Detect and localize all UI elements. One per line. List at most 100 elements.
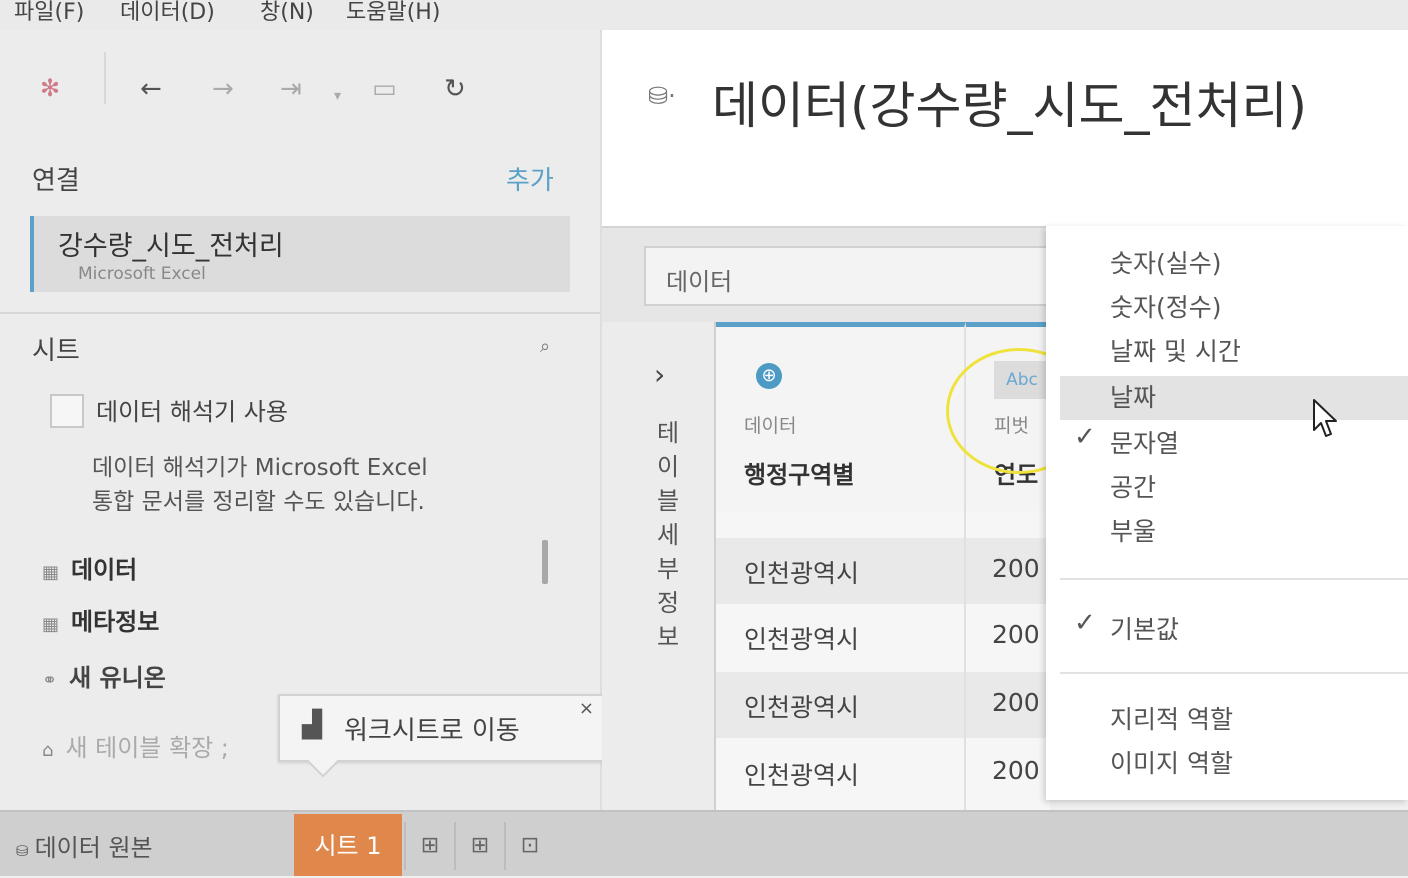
new-union-item[interactable]: ⚭ 새 유니온 — [42, 658, 166, 693]
sheet-item-meta[interactable]: ▦ 메타정보 — [42, 602, 159, 637]
table-icon: ▦ — [42, 614, 60, 635]
menu-item-datetime[interactable]: 날짜 및 시간 — [1110, 332, 1241, 368]
table-details-char: 정 — [656, 589, 680, 617]
union-icon: ⚭ — [42, 670, 58, 691]
left-panel: ✻ ← → ⇥ ▾ ▭ ↻ 연결 추가 강수량_시도_전처리 Microsoft… — [0, 30, 602, 810]
connection-type: Microsoft Excel — [78, 264, 206, 284]
checkmark-icon: ✓ — [1074, 608, 1096, 638]
refresh-icon[interactable]: ↻ — [444, 74, 466, 104]
table-row: 인천광역시 200 — [716, 672, 1050, 738]
menu-item-boolean[interactable]: 부울 — [1110, 512, 1156, 548]
tab-sheet-1[interactable]: 시트 1 — [294, 814, 402, 876]
sheet-item-label: 메타정보 — [71, 608, 160, 636]
table-details-char: 세 — [656, 521, 680, 549]
globe-icon[interactable]: ⊕ — [756, 363, 782, 389]
menu-item-spatial[interactable]: 공간 — [1110, 468, 1156, 504]
table-details-char: 블 — [656, 487, 680, 515]
table-cell: 인천광역시 — [744, 625, 860, 654]
connection-name: 강수량_시도_전처리 — [58, 231, 284, 262]
table-cell: 200 — [992, 756, 1040, 785]
add-connection-link[interactable]: 추가 — [506, 160, 554, 197]
table-cell: 200 — [992, 620, 1040, 649]
table-details-char: 이 — [656, 453, 680, 481]
search-icon[interactable]: ⌕ — [540, 336, 550, 357]
new-table-extension-label: 새 테이블 확장 ; — [65, 734, 229, 762]
goto-worksheet-tooltip[interactable]: ▟ 워크시트로 이동 × — [278, 694, 604, 778]
interpreter-checkbox[interactable] — [50, 394, 84, 428]
menu-item-float[interactable]: 숫자(실수) — [1110, 244, 1222, 280]
pause-icon[interactable]: ⇥ — [280, 74, 302, 104]
pause-dropdown-icon[interactable]: ▾ — [334, 88, 341, 104]
menu-item-image-role[interactable]: 이미지 역할 — [1110, 744, 1233, 780]
menu-bar: 파일(F) 데이터(D) 창(N) 도움말(H) — [0, 0, 1408, 30]
data-source-title[interactable]: 데이터(강수량_시도_전처리) — [712, 66, 1307, 138]
save-icon[interactable]: ▭ — [372, 74, 397, 104]
data-type-menu: 숫자(실수) 숫자(정수) 날짜 및 시간 날짜 ✓ 문자열 공간 부울 ✓ 기… — [1046, 226, 1408, 800]
interpreter-description: 통합 문서를 정리할 수도 있습니다. — [92, 489, 425, 515]
close-icon[interactable]: × — [579, 698, 594, 719]
tab-data-source[interactable]: ⛁ 데이터 원본 — [16, 828, 153, 863]
table-cell: 인천광역시 — [744, 761, 860, 790]
bar-chart-icon: ▟ — [302, 710, 322, 740]
interpreter-label: 데이터 해석기 사용 — [96, 398, 288, 426]
table-name-field[interactable]: 데이터 — [644, 246, 1068, 306]
new-story-icon[interactable]: ⊡ — [504, 822, 554, 870]
table-details-char: 부 — [656, 555, 680, 583]
back-arrow-icon[interactable]: ← — [140, 74, 162, 104]
tableau-logo-icon[interactable]: ✻ — [40, 74, 60, 102]
data-grid: ⊕ 데이터 행정구역별 Abc 피벗 연도 인천광역시 200 인천광역시 20… — [714, 322, 1092, 810]
menu-data[interactable]: 데이터(D) — [120, 0, 215, 26]
column-source-label: 데이터 — [744, 415, 797, 437]
extension-icon: ⌂ — [42, 740, 54, 761]
data-source-header: ⛁· 데이터(강수량_시도_전처리) — [602, 30, 1408, 226]
table-details-char: 보 — [656, 623, 680, 651]
menu-help[interactable]: 도움말(H) — [346, 0, 440, 26]
sheet-item-label: 데이터 — [71, 556, 138, 584]
menu-item-default[interactable]: 기본값 — [1110, 610, 1179, 646]
table-details-char: 테 — [656, 419, 680, 447]
table-details-panel: › 테 이 블 세 부 정 보 — [602, 322, 714, 810]
table-row: 인천광역시 200 — [716, 538, 1050, 604]
interpreter-description: 데이터 해석기가 Microsoft Excel — [92, 455, 428, 481]
tab-label: 데이터 원본 — [34, 834, 153, 862]
sheet-list-scrollbar[interactable] — [542, 540, 548, 584]
new-worksheet-icon[interactable]: ⊞ — [404, 822, 454, 870]
table-cell: 인천광역시 — [744, 693, 860, 722]
menu-item-string[interactable]: 문자열 — [1110, 424, 1179, 460]
menu-file[interactable]: 파일(F) — [14, 0, 84, 26]
forward-arrow-icon[interactable]: → — [212, 74, 234, 104]
table-row: 인천광역시 200 — [716, 740, 1050, 806]
menu-item-integer[interactable]: 숫자(정수) — [1110, 288, 1222, 324]
mouse-cursor-icon — [1313, 399, 1337, 437]
menu-window[interactable]: 창(N) — [260, 0, 314, 26]
menu-divider — [1060, 578, 1408, 580]
connections-title: 연결 — [32, 166, 80, 196]
toolbar-divider — [104, 52, 106, 104]
menu-item-geographic-role[interactable]: 지리적 역할 — [1110, 700, 1233, 736]
new-union-label: 새 유니온 — [69, 664, 166, 692]
panel-divider — [0, 312, 600, 314]
sheets-title: 시트 — [32, 336, 80, 366]
table-cell: 인천광역시 — [744, 559, 860, 588]
new-table-extension-item[interactable]: ⌂ 새 테이블 확장 ; — [42, 728, 229, 763]
bottom-tab-bar: ⛁ 데이터 원본 시트 1 ⊞ ⊞ ⊡ — [0, 810, 1408, 876]
connection-item[interactable]: 강수량_시도_전처리 Microsoft Excel — [30, 216, 570, 292]
table-cell: 200 — [992, 554, 1040, 583]
checkmark-icon: ✓ — [1074, 422, 1096, 452]
column-name: 행정구역별 — [744, 461, 855, 489]
goto-worksheet-label: 워크시트로 이동 — [344, 716, 520, 746]
column-divider — [964, 506, 966, 810]
new-dashboard-icon[interactable]: ⊞ — [454, 822, 504, 870]
menu-divider — [1060, 672, 1408, 674]
database-icon: ⛁· — [648, 82, 676, 110]
table-cell: 200 — [992, 688, 1040, 717]
menu-item-date[interactable]: 날짜 — [1060, 376, 1408, 420]
table-row: 인천광역시 200 — [716, 604, 1050, 670]
table-details-label[interactable]: 테 이 블 세 부 정 보 — [654, 416, 682, 654]
sheet-item-data[interactable]: ▦ 데이터 — [42, 550, 137, 585]
column-header-region[interactable]: ⊕ 데이터 행정구역별 — [716, 322, 966, 511]
table-icon: ▦ — [42, 562, 60, 583]
menu-item-label: 날짜 — [1110, 383, 1157, 412]
database-icon: ⛁ — [16, 842, 29, 860]
chevron-right-icon[interactable]: › — [654, 358, 665, 391]
